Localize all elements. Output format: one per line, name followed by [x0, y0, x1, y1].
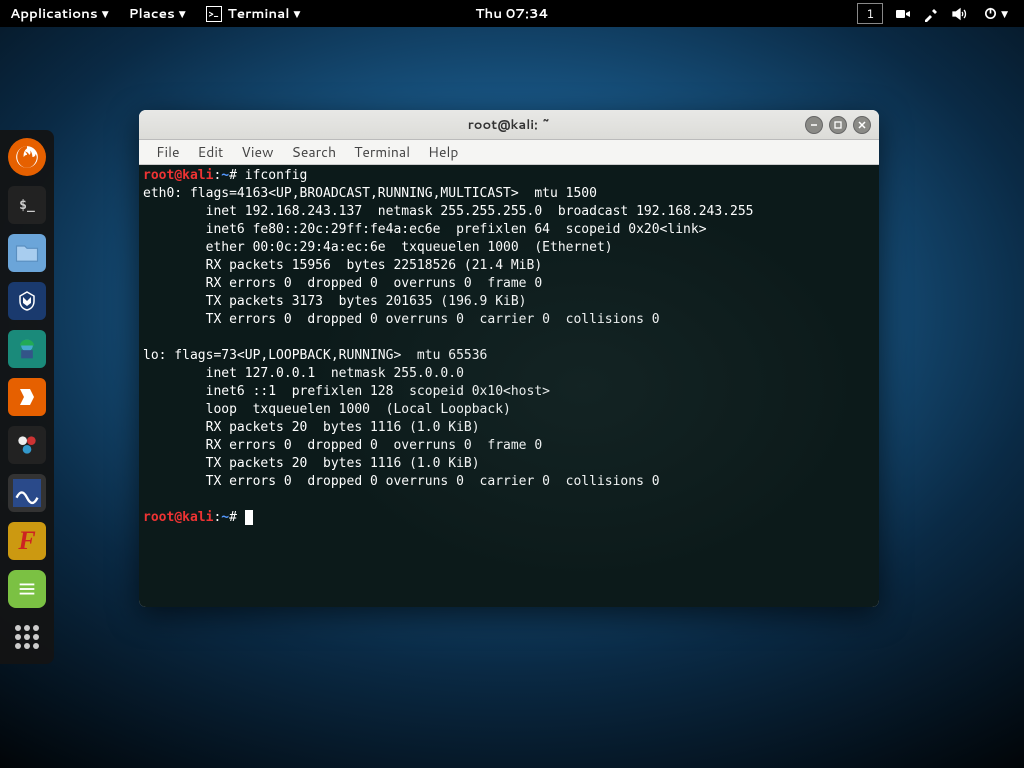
minimize-button[interactable]: [805, 116, 823, 134]
menu-terminal[interactable]: Terminal: [345, 142, 419, 162]
menu-help[interactable]: Help: [419, 142, 467, 162]
dock-armitage[interactable]: [8, 330, 46, 368]
clock[interactable]: Thu 07:34: [475, 4, 548, 23]
dock-show-apps[interactable]: [8, 618, 46, 656]
dock: $_ F: [0, 130, 54, 664]
video-icon[interactable]: [895, 6, 911, 22]
menu-file[interactable]: File: [147, 142, 189, 162]
dock-wireshark[interactable]: [8, 474, 46, 512]
dock-terminal[interactable]: $_: [8, 186, 46, 224]
power-menu[interactable]: ▼: [979, 0, 1012, 27]
dock-firefox[interactable]: [8, 138, 46, 176]
menu-edit[interactable]: Edit: [189, 142, 233, 162]
terminal-body[interactable]: root@kali:~# ifconfig eth0: flags=4163<U…: [139, 165, 879, 607]
menu-view[interactable]: View: [232, 142, 282, 162]
dock-burp[interactable]: [8, 378, 46, 416]
terminal-icon: >_: [206, 6, 222, 22]
terminal-window: root@kali: ~ File Edit View Search Termi…: [139, 110, 879, 607]
volume-icon[interactable]: [951, 6, 967, 22]
top-panel: Applications▼ Places▼ >_ Terminal▼ Thu 0…: [0, 0, 1024, 27]
menubar: File Edit View Search Terminal Help: [139, 140, 879, 165]
terminal-app-menu[interactable]: >_ Terminal▼: [196, 0, 311, 27]
tools-icon[interactable]: [923, 6, 939, 22]
dock-zenmap[interactable]: [8, 426, 46, 464]
places-menu[interactable]: Places▼: [119, 0, 196, 27]
dock-metasploit[interactable]: [8, 282, 46, 320]
maximize-button[interactable]: [829, 116, 847, 134]
dock-files[interactable]: [8, 234, 46, 272]
applications-menu[interactable]: Applications▼: [0, 0, 119, 27]
close-button[interactable]: [853, 116, 871, 134]
workspace-indicator[interactable]: 1: [857, 3, 883, 24]
dock-faraday[interactable]: F: [8, 522, 46, 560]
titlebar[interactable]: root@kali: ~: [139, 110, 879, 140]
dock-notes[interactable]: [8, 570, 46, 608]
menu-search[interactable]: Search: [283, 142, 346, 162]
window-title: root@kali: ~: [468, 116, 550, 134]
